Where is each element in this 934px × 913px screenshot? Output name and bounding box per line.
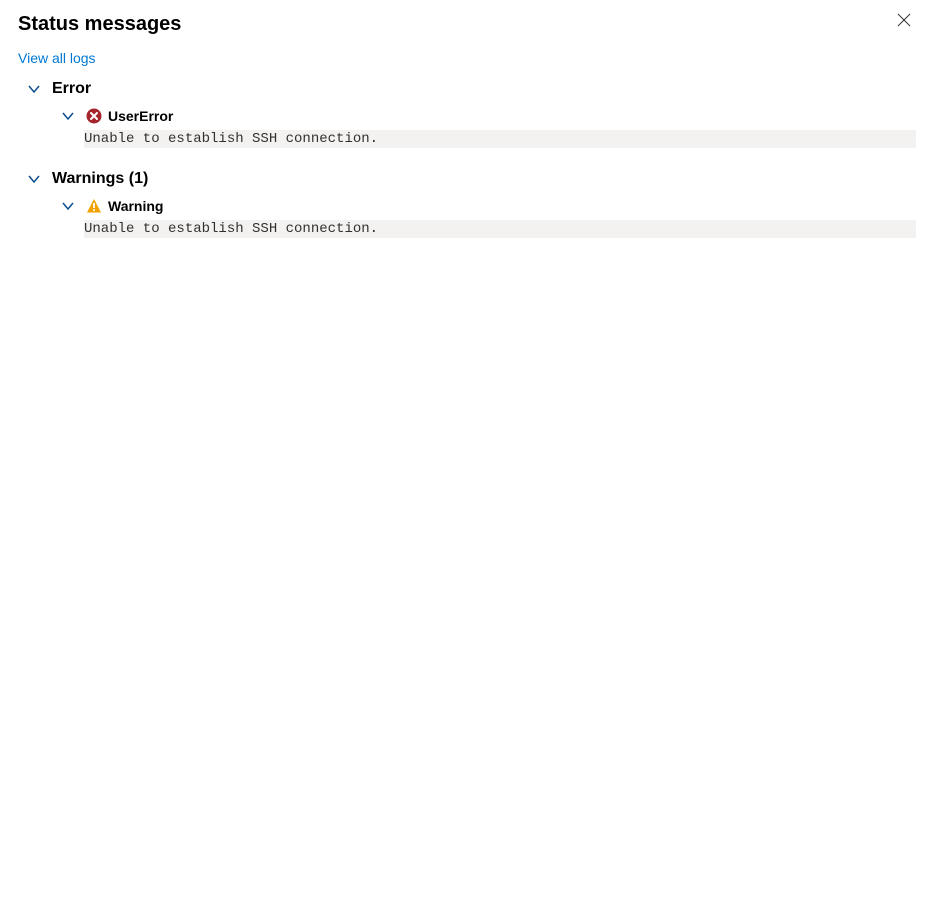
warning-item: Warning (60, 198, 916, 214)
warning-icon (86, 198, 102, 214)
error-item-header[interactable]: UserError (60, 108, 916, 124)
chevron-down-icon (60, 108, 76, 124)
error-section-title: Error (52, 80, 91, 98)
error-item-label: UserError (108, 108, 173, 124)
warning-item-label: Warning (108, 198, 163, 214)
close-button[interactable] (892, 9, 916, 33)
warnings-section: Warnings (1) Warning Unable to establish… (18, 170, 916, 238)
error-section: Error UserError Unable to establish SSH … (18, 80, 916, 148)
chevron-down-icon (26, 81, 42, 97)
error-icon (86, 108, 102, 124)
warning-message: Unable to establish SSH connection. (84, 220, 916, 238)
panel-header: Status messages (18, 12, 916, 36)
error-item: UserError (60, 108, 916, 124)
warning-item-header[interactable]: Warning (60, 198, 916, 214)
error-message: Unable to establish SSH connection. (84, 130, 916, 148)
chevron-down-icon (26, 171, 42, 187)
error-section-header[interactable]: Error (26, 80, 916, 98)
close-icon (897, 13, 911, 30)
view-all-logs-link[interactable]: View all logs (18, 50, 96, 66)
panel-title: Status messages (18, 13, 181, 36)
warnings-section-header[interactable]: Warnings (1) (26, 170, 916, 188)
warnings-section-title: Warnings (1) (52, 170, 148, 188)
chevron-down-icon (60, 198, 76, 214)
